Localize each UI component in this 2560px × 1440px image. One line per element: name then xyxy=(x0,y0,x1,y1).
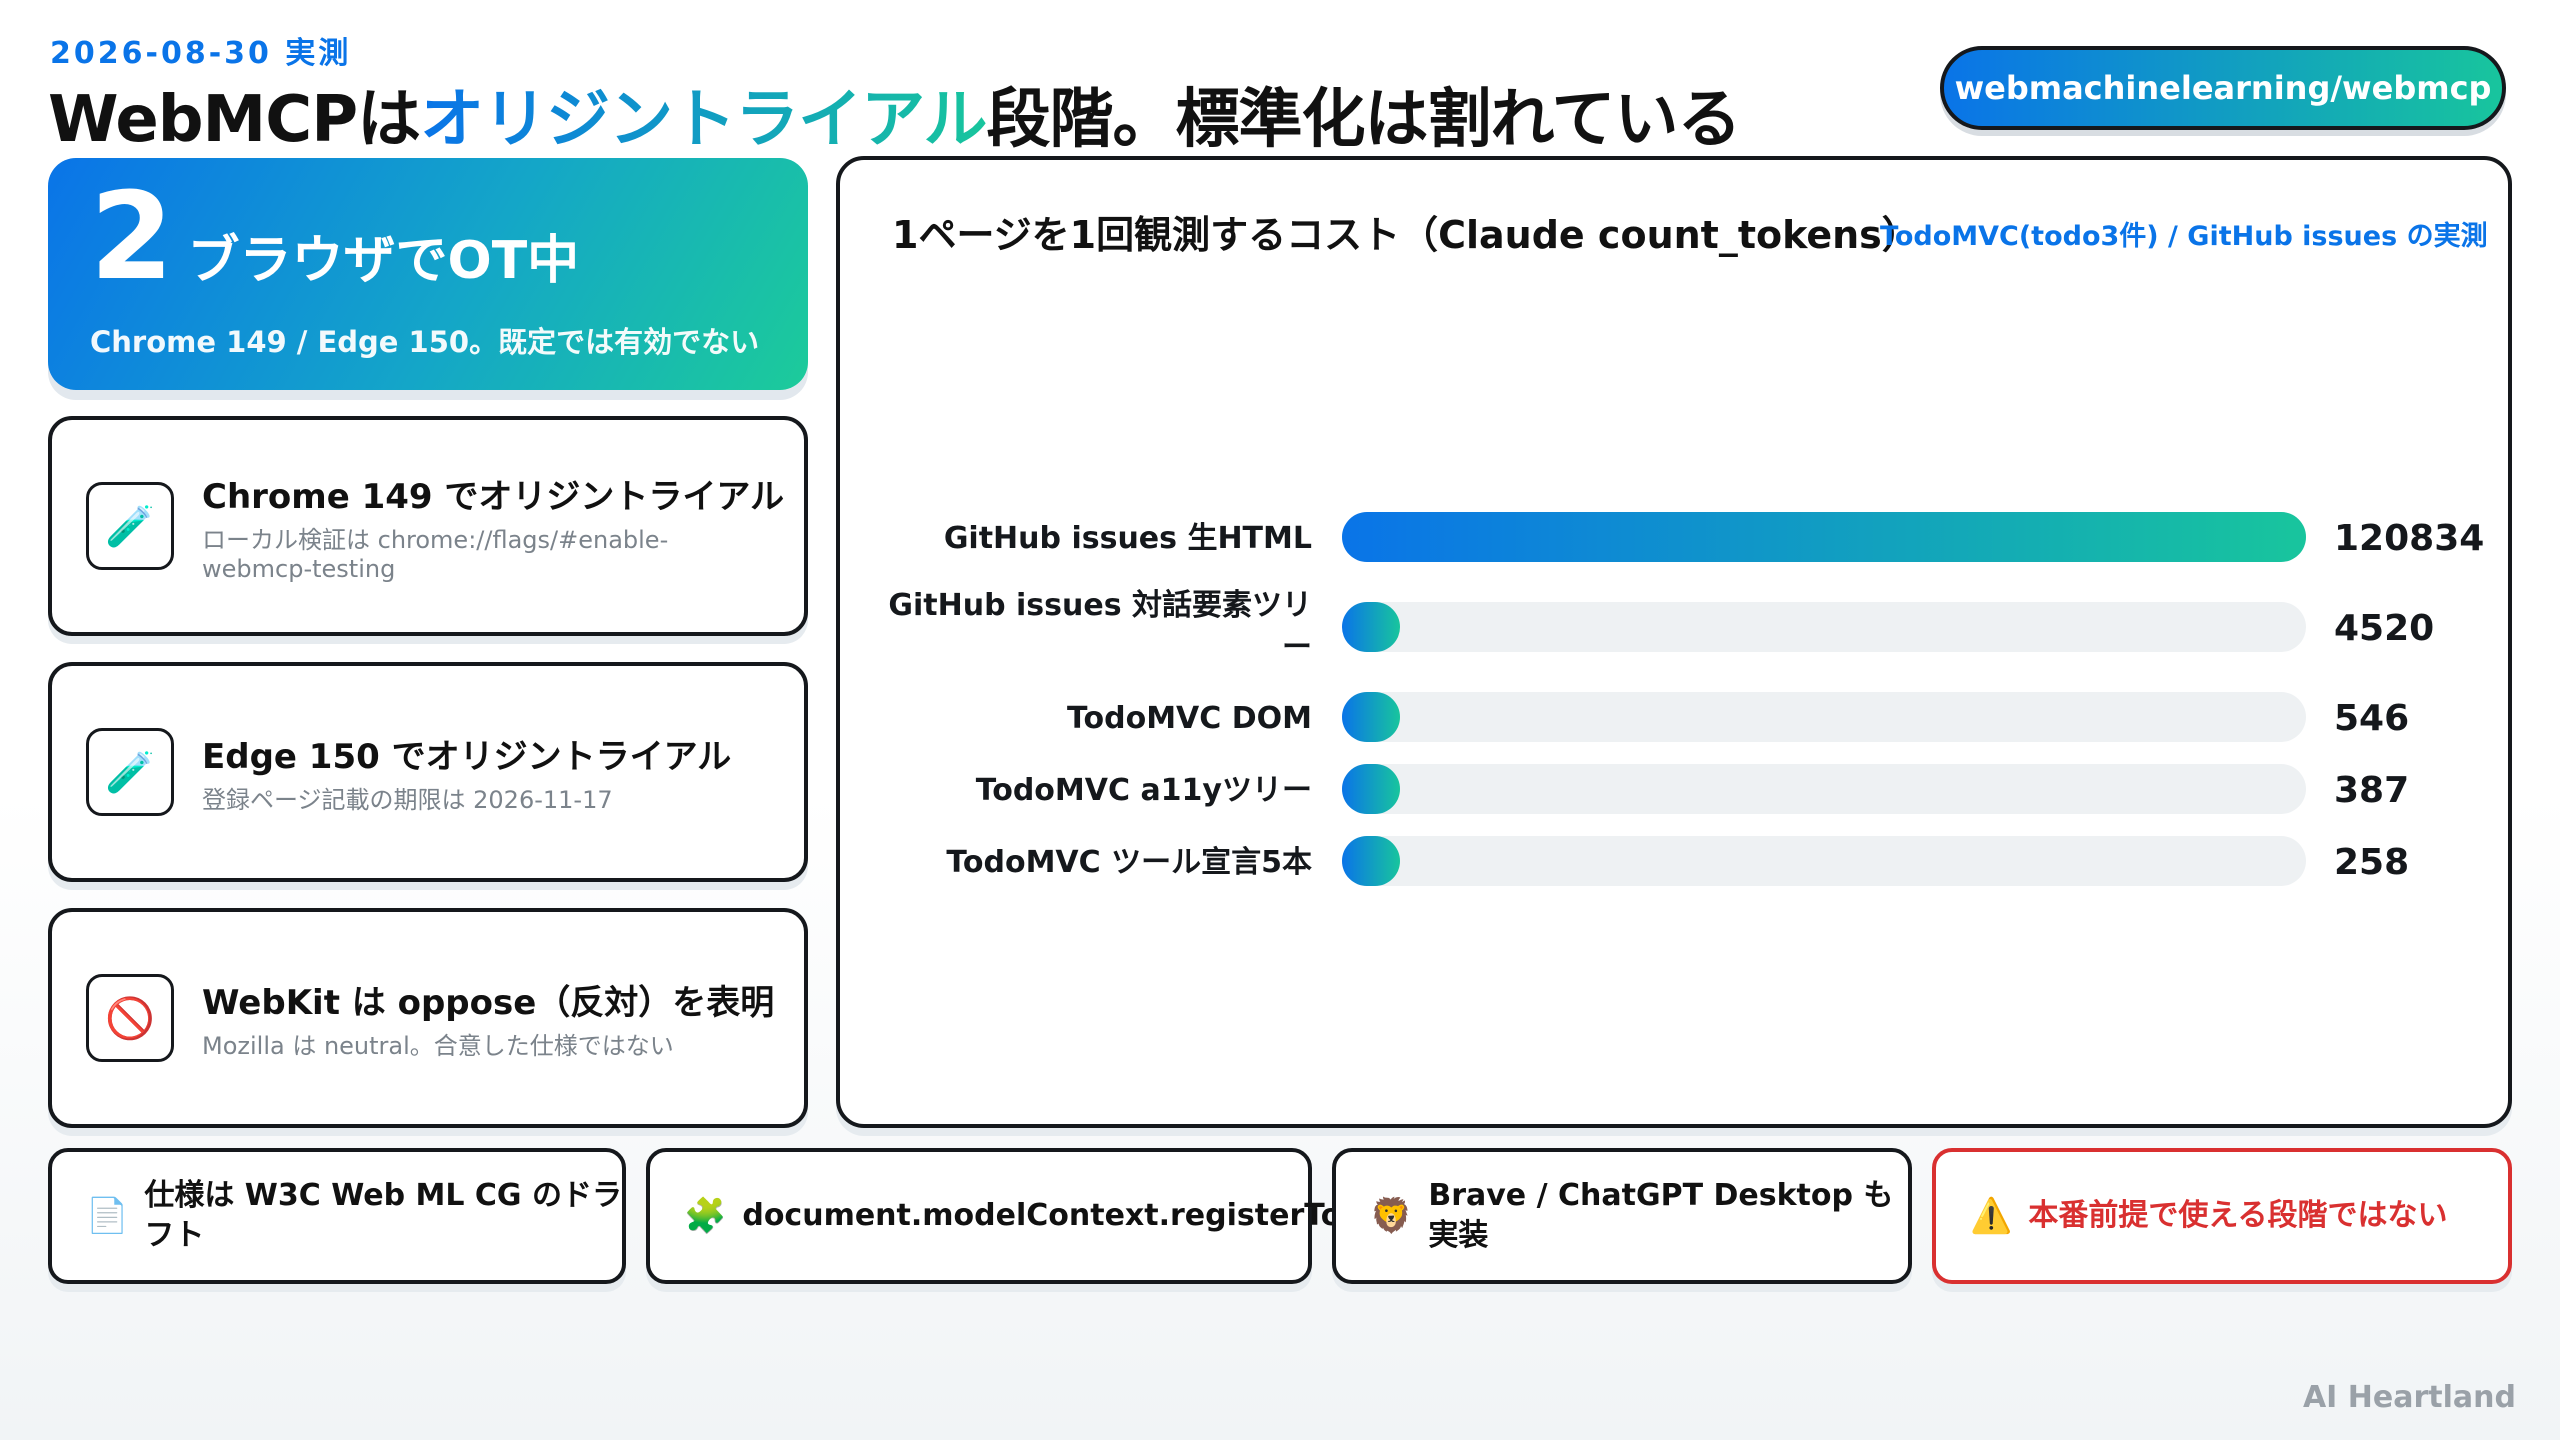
title-post: 段階。標準化は割れている xyxy=(986,83,1741,157)
title-highlight: オリジントライアル xyxy=(420,83,987,157)
date-label: 2026-08-30 実測 xyxy=(50,36,352,71)
category-label: TodoMVC a11yツリー xyxy=(976,773,1312,808)
token-cost-bar-chart: GitHub issues 生HTML 120834 GitHub issues 対… xyxy=(888,512,2484,886)
value-label: 120834 xyxy=(2334,518,2484,559)
category-label: GitHub issues 対話要素ツリー xyxy=(888,588,1312,665)
footer-text: 本番前提で使える段階ではない xyxy=(2028,1198,2448,1233)
bar-4 xyxy=(1342,836,1400,886)
chrome-trial-card: 🧪 Chrome 149 でオリジントライアル ローカル検証は chrome:/… xyxy=(48,416,808,636)
footer-spec-draft: 📄 仕様は W3C Web ML CG のドラフト xyxy=(48,1148,626,1284)
puzzle-icon: 🧩 xyxy=(684,1196,727,1236)
hero-note: Chrome 149 / Edge 150。既定では有効でない xyxy=(90,325,760,359)
value-label: 258 xyxy=(2334,842,2409,883)
value-label: 4520 xyxy=(2334,608,2434,649)
brand-label: AI Heartland xyxy=(2302,1380,2516,1415)
repo-badge[interactable]: webmachinelearning/webmcp xyxy=(1940,46,2506,130)
footer-brave-chatgpt: 🦁 Brave / ChatGPT Desktop も実装 xyxy=(1332,1148,1912,1284)
value-label: 387 xyxy=(2334,770,2409,811)
token-cost-panel: 1ページを1回観測するコスト（Claude count_tokens） Todo… xyxy=(836,156,2512,1128)
bar-3 xyxy=(1342,764,1400,814)
warning-icon: ⚠️ xyxy=(1970,1196,2013,1236)
value-label: 546 xyxy=(2334,698,2409,739)
card-title: Chrome 149 でオリジントライアル xyxy=(202,476,785,517)
bar-2 xyxy=(1342,692,1400,742)
category-label: TodoMVC DOM xyxy=(1067,701,1312,736)
page-title: WebMCPはオリジントライアル段階。標準化は割れている xyxy=(48,68,1742,160)
card-subtitle: 登録ページ記載の期限は 2026-11-17 xyxy=(202,786,613,814)
lion-icon: 🦁 xyxy=(1370,1196,1413,1236)
title-pre: WebMCPは xyxy=(48,83,421,157)
test-tube-icon: 🧪 xyxy=(86,482,174,570)
card-title: Edge 150 でオリジントライアル xyxy=(202,737,732,777)
footer-text: Brave / ChatGPT Desktop も実装 xyxy=(1428,1178,1894,1253)
bar-track xyxy=(1342,836,2306,886)
bar-track xyxy=(1342,602,2306,652)
card-title: WebKit は oppose（反対）を表明 xyxy=(202,983,775,1023)
test-tube-icon: 🧪 xyxy=(86,728,174,816)
bar-track xyxy=(1342,764,2306,814)
edge-trial-card: 🧪 Edge 150 でオリジントライアル 登録ページ記載の期限は 2026-1… xyxy=(48,662,808,882)
footer-text: document.modelContext.registerTool xyxy=(742,1198,1373,1233)
hero-number: 2 xyxy=(90,168,174,307)
footer-warning: ⚠️ 本番前提で使える段階ではない xyxy=(1932,1148,2512,1284)
bar-track xyxy=(1342,692,2306,742)
hero-label: ブラウザでOT中 xyxy=(187,231,580,291)
bar-1 xyxy=(1342,602,1400,652)
card-subtitle: ローカル検証は chrome://flags/#enable-webmcp-te… xyxy=(202,525,669,583)
bar-0 xyxy=(1342,512,2306,562)
footer-register-tool: 🧩 document.modelContext.registerTool xyxy=(646,1148,1372,1284)
webkit-oppose-card: 🚫 WebKit は oppose（反対）を表明 Mozilla は neutr… xyxy=(48,908,808,1128)
document-icon: 📄 xyxy=(86,1196,129,1236)
category-label: TodoMVC ツール宣言5本 xyxy=(946,845,1312,880)
footer-text: 仕様は W3C Web ML CG のドラフト xyxy=(144,1178,622,1253)
no-entry-icon: 🚫 xyxy=(86,974,174,1062)
hero-stat-card: 2 ブラウザでOT中 Chrome 149 / Edge 150。既定では有効で… xyxy=(48,158,808,390)
card-subtitle: Mozilla は neutral。合意した仕様ではない xyxy=(202,1032,674,1060)
category-label: GitHub issues 生HTML xyxy=(944,521,1312,556)
